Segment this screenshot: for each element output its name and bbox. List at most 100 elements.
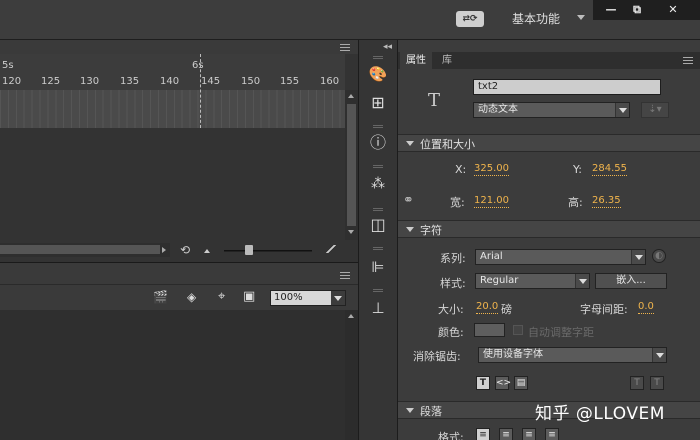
close-button[interactable]: ✕ — [659, 2, 687, 18]
workspace-switcher[interactable]: 基本功能 — [512, 10, 560, 27]
zoom-dropdown-button[interactable] — [331, 291, 345, 305]
section-position-size[interactable]: 位置和大小 — [398, 134, 700, 152]
restore-button[interactable]: ⧉ — [623, 2, 651, 18]
tab-library[interactable]: 库 — [436, 52, 458, 69]
sync-settings-button[interactable]: ⇄⟳ — [456, 11, 484, 27]
size-value[interactable]: 20.0 — [476, 301, 499, 314]
align-justify-icon[interactable]: ≡ — [545, 428, 559, 440]
subscript-icon[interactable]: T — [650, 376, 664, 390]
section-title: 段落 — [420, 405, 442, 418]
superscript-icon[interactable]: T — [630, 376, 644, 390]
align-icon[interactable]: ⊫ — [368, 257, 388, 277]
timeline-frames[interactable] — [0, 90, 345, 128]
color-palette-icon[interactable]: 🎨 — [368, 64, 388, 84]
timeline-zoom-slider[interactable] — [224, 250, 312, 252]
align-right-icon[interactable]: ≡ — [522, 428, 536, 440]
dock-grip[interactable] — [373, 208, 383, 211]
timeline-hscroll-thumb[interactable] — [0, 245, 160, 254]
dock-grip[interactable] — [373, 56, 383, 59]
swatches-grid-icon[interactable]: ⊞ — [368, 93, 388, 113]
loop-icon[interactable]: ⟲ — [180, 243, 190, 257]
transform-icon[interactable]: ◫ — [368, 215, 388, 235]
tab-properties[interactable]: 属性 — [400, 52, 432, 69]
color-label: 颜色: — [438, 326, 464, 339]
align-center-icon[interactable]: ≡ — [499, 428, 513, 440]
style-label: 样式: — [440, 277, 466, 290]
components-icon[interactable]: ⊥ — [368, 298, 388, 318]
scroll-up-icon[interactable] — [348, 314, 354, 318]
height-value[interactable]: 26.35 — [592, 195, 621, 208]
section-character[interactable]: 字符 — [398, 220, 700, 238]
instance-name-input[interactable]: txt2 — [473, 79, 661, 95]
text-orientation-button[interactable]: ⇣▾ — [641, 102, 669, 118]
timeline-zoom-knob[interactable] — [245, 245, 253, 255]
scroll-up-icon[interactable] — [348, 94, 354, 98]
timeline-vscroll-thumb[interactable] — [347, 104, 356, 226]
panel-menu-icon[interactable] — [340, 44, 350, 51]
text-type-select[interactable]: 动态文本 — [473, 102, 630, 118]
section-title: 位置和大小 — [420, 138, 475, 151]
link-icon[interactable]: ⚭ — [403, 193, 414, 208]
flash-ide-window: ⇄⟳ 基本功能 — ⧉ ✕ 5s 6s 120 125 130 135 140 … — [0, 0, 700, 440]
align-left-icon[interactable]: ≡ — [476, 428, 490, 440]
chevron-down-icon — [615, 103, 629, 117]
render-html-icon[interactable]: <> — [495, 376, 511, 390]
y-label: Y: — [573, 163, 582, 176]
minimize-button[interactable]: — — [597, 2, 625, 18]
frame-number: 135 — [120, 76, 140, 87]
frame-number: 140 — [160, 76, 180, 87]
clip-stage-icon[interactable]: ▣ — [243, 289, 255, 304]
font-style-select[interactable]: Regular — [475, 273, 590, 289]
expand-triangle-icon — [406, 141, 414, 146]
selectable-text-icon[interactable]: T — [476, 376, 490, 390]
text-color-swatch[interactable] — [474, 323, 505, 337]
section-title: 字符 — [420, 224, 442, 237]
info-icon[interactable]: ⓘ — [368, 133, 388, 153]
dock-grip[interactable] — [373, 165, 383, 168]
timeline-ruler[interactable]: 5s 6s 120 125 130 135 140 145 150 155 16… — [0, 54, 345, 90]
font-family-select[interactable]: Arial — [475, 249, 646, 265]
format-label: 格式: — [438, 431, 464, 440]
x-label: X: — [455, 163, 467, 176]
zoom-out-icon[interactable] — [204, 249, 210, 253]
second-marker: 6s — [192, 60, 204, 71]
panel-menu-icon[interactable] — [683, 57, 693, 64]
window-controls: — ⧉ ✕ — [593, 0, 700, 20]
frame-number: 145 — [201, 76, 221, 87]
font-style-value: Regular — [480, 275, 519, 286]
collapse-icon[interactable]: ◂◂ — [383, 42, 392, 52]
zoom-in-icon[interactable] — [322, 245, 340, 253]
auto-kern-label: 自动调整字距 — [528, 326, 594, 339]
anti-alias-select[interactable]: 使用设备字体 — [478, 347, 667, 363]
chevron-down-icon — [652, 348, 666, 362]
auto-kern-checkbox[interactable] — [513, 325, 523, 335]
letter-spacing-value[interactable]: 0.0 — [638, 301, 654, 314]
dock-grip[interactable] — [373, 247, 383, 250]
scene-icon[interactable]: 🎬 — [153, 290, 168, 304]
scroll-right-icon[interactable] — [162, 247, 166, 253]
width-value[interactable]: 121.00 — [474, 195, 509, 208]
symbol-icon[interactable]: ◈ — [187, 290, 196, 304]
chevron-down-icon — [334, 296, 342, 301]
y-value[interactable]: 284.55 — [592, 163, 627, 176]
scroll-down-icon[interactable] — [348, 230, 354, 234]
playhead[interactable] — [200, 54, 201, 128]
motion-presets-icon[interactable]: ⁂ — [368, 174, 388, 194]
embed-button[interactable]: 嵌入... — [595, 273, 667, 289]
text-border-icon[interactable]: ▤ — [514, 376, 528, 390]
dock-grip[interactable] — [373, 125, 383, 128]
frame-number: 155 — [280, 76, 300, 87]
stage-vertical-scrollbar[interactable] — [345, 310, 358, 440]
chevron-down-icon[interactable] — [577, 15, 585, 20]
size-unit: 磅 — [501, 303, 512, 316]
text-type-value: 动态文本 — [478, 104, 518, 115]
dock-grip[interactable] — [373, 289, 383, 292]
panel-menu-icon[interactable] — [340, 272, 350, 279]
stage-canvas[interactable] — [0, 310, 345, 440]
stage-tab-bar — [0, 262, 358, 284]
snap-center-icon[interactable]: ⌖ — [218, 289, 225, 304]
frame-number: 150 — [241, 76, 261, 87]
x-value[interactable]: 325.00 — [474, 163, 509, 176]
letter-spacing-label: 字母间距: — [580, 303, 628, 316]
web-fonts-icon[interactable]: ◐ — [652, 249, 666, 263]
